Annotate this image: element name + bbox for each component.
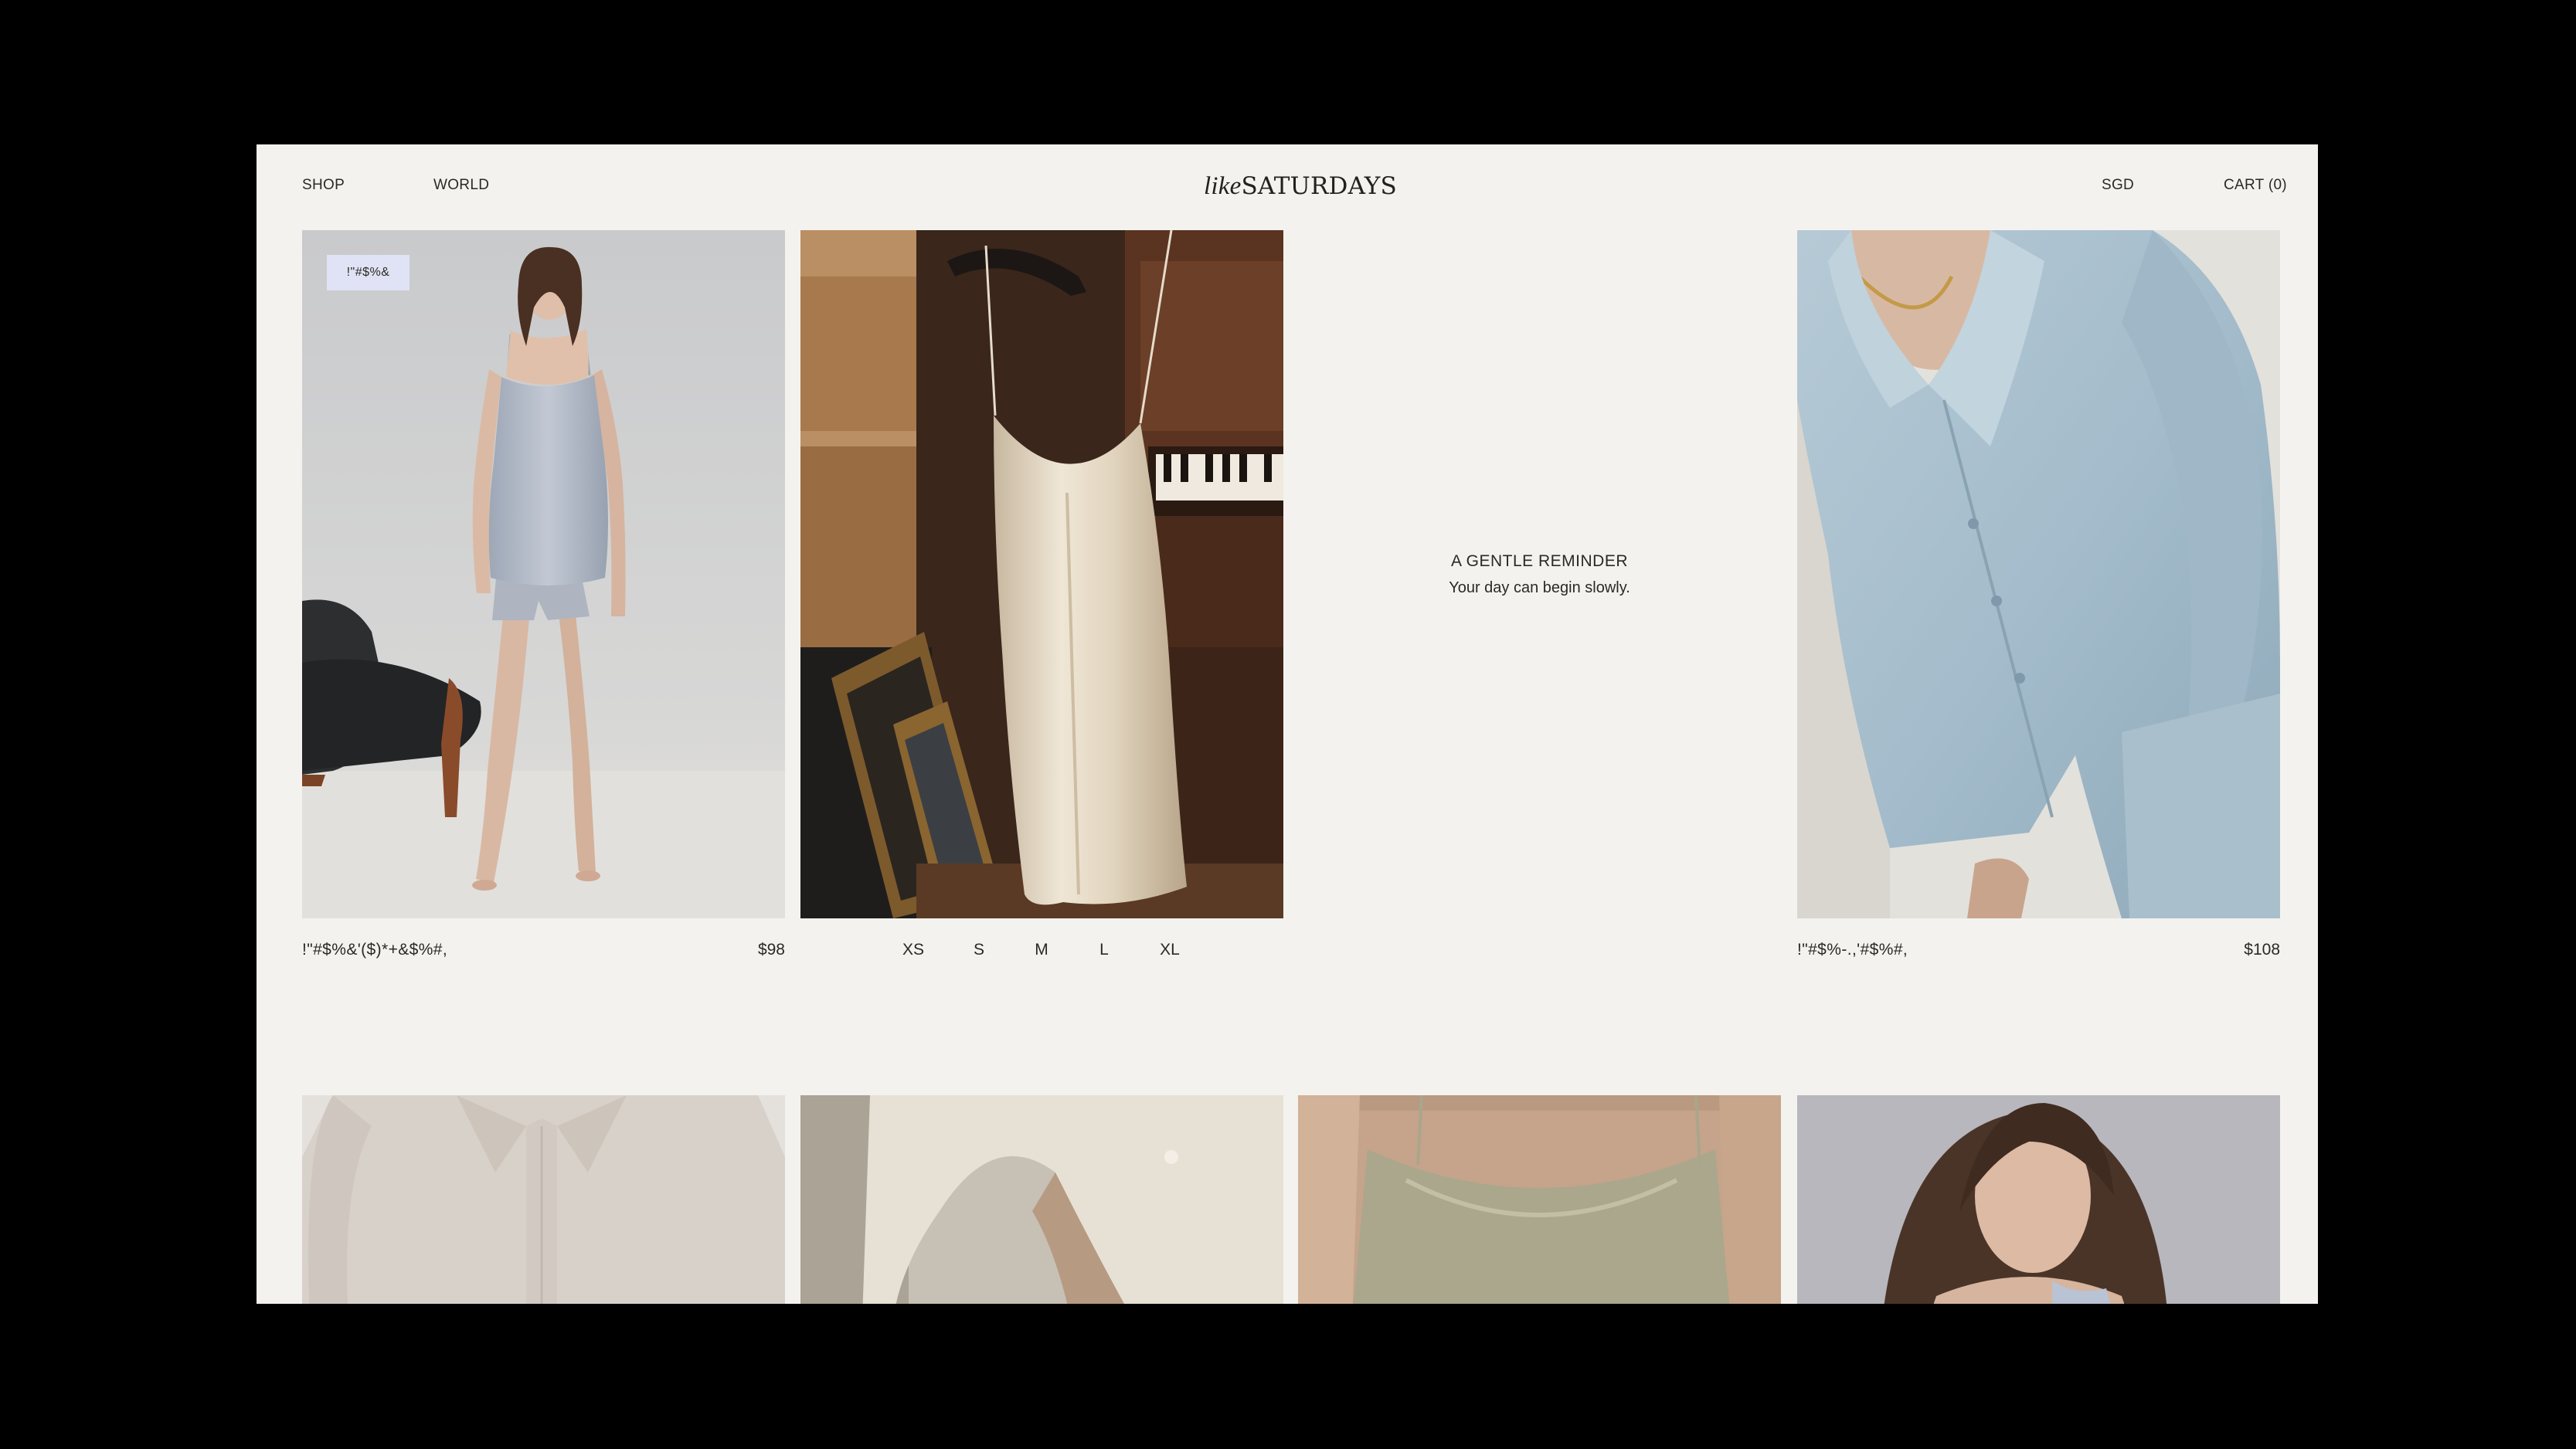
slip-dress-photo — [800, 230, 1283, 918]
cowl-camisole-photo — [1298, 1095, 1781, 1304]
size-option-l[interactable]: L — [1081, 941, 1127, 959]
product-image-silk-shirt[interactable] — [1797, 230, 2280, 918]
silk-shirt-photo — [1797, 230, 2280, 918]
product-image-cowl-camisole[interactable] — [1298, 1095, 1781, 1304]
product-name[interactable]: !"#$%&'($)*+&$%#, — [302, 941, 447, 959]
site-window: SHOP WORLD likeSATURDAYS SGD CART (0) !"… — [257, 144, 2318, 1304]
product-image-slip-dress[interactable] — [800, 230, 1283, 918]
size-option-s[interactable]: S — [956, 941, 1002, 959]
shirt-button-icon — [1164, 1150, 1178, 1164]
currency-selector[interactable]: SGD — [2102, 177, 2134, 194]
product-price: $98 — [757, 941, 785, 959]
shirt-button-icon — [2014, 673, 2025, 684]
shirt-button-icon — [1991, 596, 2002, 606]
camisole-photo — [302, 230, 785, 918]
nav-shop-link[interactable]: SHOP — [302, 177, 345, 194]
nav-world-link[interactable]: WORLD — [433, 177, 489, 194]
collared-shirt-photo — [302, 1095, 785, 1304]
piano-keys — [1156, 454, 1283, 501]
site-logo[interactable]: likeSATURDAYS — [1196, 172, 1405, 201]
product-name[interactable]: !"#$%-.,'#$%#, — [1797, 941, 1908, 959]
product-image-model-portrait[interactable] — [1797, 1095, 2280, 1304]
product-price: $108 — [2244, 941, 2280, 959]
size-option-xl[interactable]: XL — [1147, 941, 1193, 959]
shirt-button-icon — [1968, 518, 1979, 529]
cart-link[interactable]: CART (0) — [2224, 177, 2287, 194]
product-image-shirt-detail[interactable] — [800, 1095, 1283, 1304]
product-image-camisole-set[interactable] — [302, 230, 785, 918]
size-option-xs[interactable]: XS — [890, 941, 936, 959]
product-image-collared-shirt[interactable] — [302, 1095, 785, 1304]
logo-italic: like — [1204, 172, 1242, 200]
logo-main: SATURDAYS — [1241, 172, 1397, 200]
product-badge: !"#$%& — [327, 255, 410, 290]
reminder-title: A GENTLE REMINDER — [1450, 552, 1629, 570]
gentle-reminder-block: A GENTLE REMINDER Your day can begin slo… — [1298, 548, 1781, 601]
model-portrait-photo — [1797, 1095, 2280, 1304]
size-option-m[interactable]: M — [1018, 941, 1065, 959]
reminder-subtitle: Your day can begin slowly. — [1449, 579, 1630, 596]
shirt-detail-photo — [800, 1095, 1283, 1304]
